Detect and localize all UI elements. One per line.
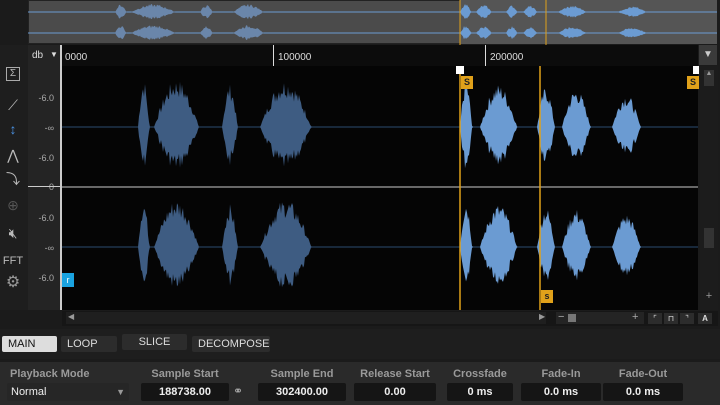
tab-decompose[interactable]: DECOMPOSE: [192, 336, 270, 352]
zoom-in-icon[interactable]: +: [632, 311, 638, 323]
scroll-right-icon[interactable]: ▶: [539, 312, 545, 321]
slice-marker[interactable]: S: [687, 76, 699, 89]
horizontal-scrollbar[interactable]: ◀ ▶ − +: [62, 311, 718, 326]
time-ruler[interactable]: 0000 100000 200000: [62, 45, 698, 66]
db-tick: -6.0: [38, 153, 54, 163]
zoom-slider-thumb[interactable]: [568, 314, 576, 322]
waveform-channel-unselected: [132, 202, 337, 288]
crossfade-field[interactable]: 0 ms: [447, 383, 513, 401]
sample-start-handle[interactable]: [456, 66, 464, 74]
overview-wave-svg: [28, 0, 717, 45]
settings-gear-icon[interactable]: ⚙: [2, 273, 24, 293]
crossfade-label: Crossfade: [453, 368, 507, 380]
db-tick: -∞: [44, 123, 54, 133]
waveform-channel-selected: [460, 81, 657, 169]
auto-scroll-icon[interactable]: A: [698, 313, 712, 324]
tab-slice[interactable]: SLICE: [122, 334, 187, 350]
playback-mode-value: Normal: [11, 386, 47, 398]
chevron-down-icon[interactable]: ▼: [50, 50, 58, 59]
slice-marker[interactable]: s: [541, 290, 553, 303]
scroll-up-icon[interactable]: ▲: [704, 70, 714, 86]
sample-start-label: Sample Start: [151, 368, 219, 380]
fade-out-label: Fade-Out: [618, 368, 668, 380]
mute-icon[interactable]: 🔇︎: [2, 223, 24, 243]
chevron-down-icon: ▼: [116, 387, 125, 397]
fade-curve-icon[interactable]: ⟋: [2, 95, 24, 115]
vertical-scroll-thumb[interactable]: [704, 228, 714, 248]
ruler-label: 0000: [65, 52, 88, 63]
db-unit-dropdown[interactable]: db: [32, 50, 43, 61]
vertical-scrollbar[interactable]: ▲ +: [700, 66, 718, 310]
scroll-left-icon[interactable]: ◀: [68, 312, 74, 321]
overview-wave-selected: [458, 4, 660, 20]
waveform-channel-unselected: [132, 81, 337, 168]
fade-out-field[interactable]: 0.0 ms: [603, 383, 683, 401]
zoom-plus-icon[interactable]: +: [704, 290, 714, 306]
horizontal-scroll-track[interactable]: [66, 312, 546, 324]
fade-in-field[interactable]: 0.0 ms: [521, 383, 601, 401]
db-tick: -6.0: [38, 213, 54, 223]
db-tick: -∞: [44, 243, 54, 253]
release-start-field[interactable]: 0.00: [354, 383, 436, 401]
ruler-label: 200000: [490, 52, 524, 63]
region-marker[interactable]: r: [62, 273, 74, 287]
tab-main[interactable]: MAIN: [2, 336, 57, 352]
waveform-channel-selected: [460, 206, 657, 284]
waveform-svg: [62, 66, 698, 310]
db-tick: -6.0: [38, 273, 54, 283]
ruler-menu-button[interactable]: ▼: [699, 45, 717, 65]
link-icon[interactable]: ⚭: [233, 384, 243, 398]
sum-icon[interactable]: Σ: [6, 67, 20, 81]
zoom-out-icon[interactable]: −: [558, 311, 564, 323]
zoom-vertical-icon[interactable]: ↕: [2, 119, 24, 139]
sample-end-field[interactable]: 302400.00: [258, 383, 346, 401]
fft-button[interactable]: FFT: [2, 251, 24, 271]
left-toolbar: Σ ⟋ ↕ ⋀ ⤵ ⊕ 🔇︎ FFT ⚙: [0, 45, 28, 310]
fade-in-label: Fade-In: [541, 368, 581, 380]
slice-marker[interactable]: S: [461, 76, 473, 89]
playback-mode-label: Playback Mode: [10, 368, 90, 380]
db-tick: -6.0: [38, 93, 54, 103]
sample-start-field[interactable]: 188738.00: [141, 383, 229, 401]
tab-loop[interactable]: LOOP: [61, 336, 117, 352]
overview-wave-selected: [458, 26, 660, 40]
snap-start-icon[interactable]: ⌜: [648, 313, 662, 324]
fade-out-icon[interactable]: ⤵: [2, 169, 24, 189]
zoom-slider[interactable]: − +: [556, 311, 644, 324]
release-start-label: Release Start: [360, 368, 430, 380]
db-scale: db ▼ -6.0 -∞ -6.0 0 -6.0 -∞ -6.0: [28, 45, 62, 310]
ruler-label: 100000: [278, 52, 312, 63]
sample-end-label: Sample End: [270, 368, 334, 380]
playback-mode-select[interactable]: Normal ▼: [7, 383, 129, 401]
snap-end-icon[interactable]: ⌝: [680, 313, 694, 324]
zero-line: [28, 186, 62, 187]
zoom-in-icon[interactable]: ⊕: [2, 195, 24, 215]
sample-end-handle[interactable]: [693, 66, 699, 74]
envelope-icon[interactable]: ⋀: [2, 145, 24, 165]
snap-range-icon[interactable]: ⊓: [664, 313, 678, 324]
db-tick: 0: [48, 182, 54, 192]
main-parameters-panel: Playback Mode Normal ▼ Sample Start 18873…: [0, 362, 720, 405]
